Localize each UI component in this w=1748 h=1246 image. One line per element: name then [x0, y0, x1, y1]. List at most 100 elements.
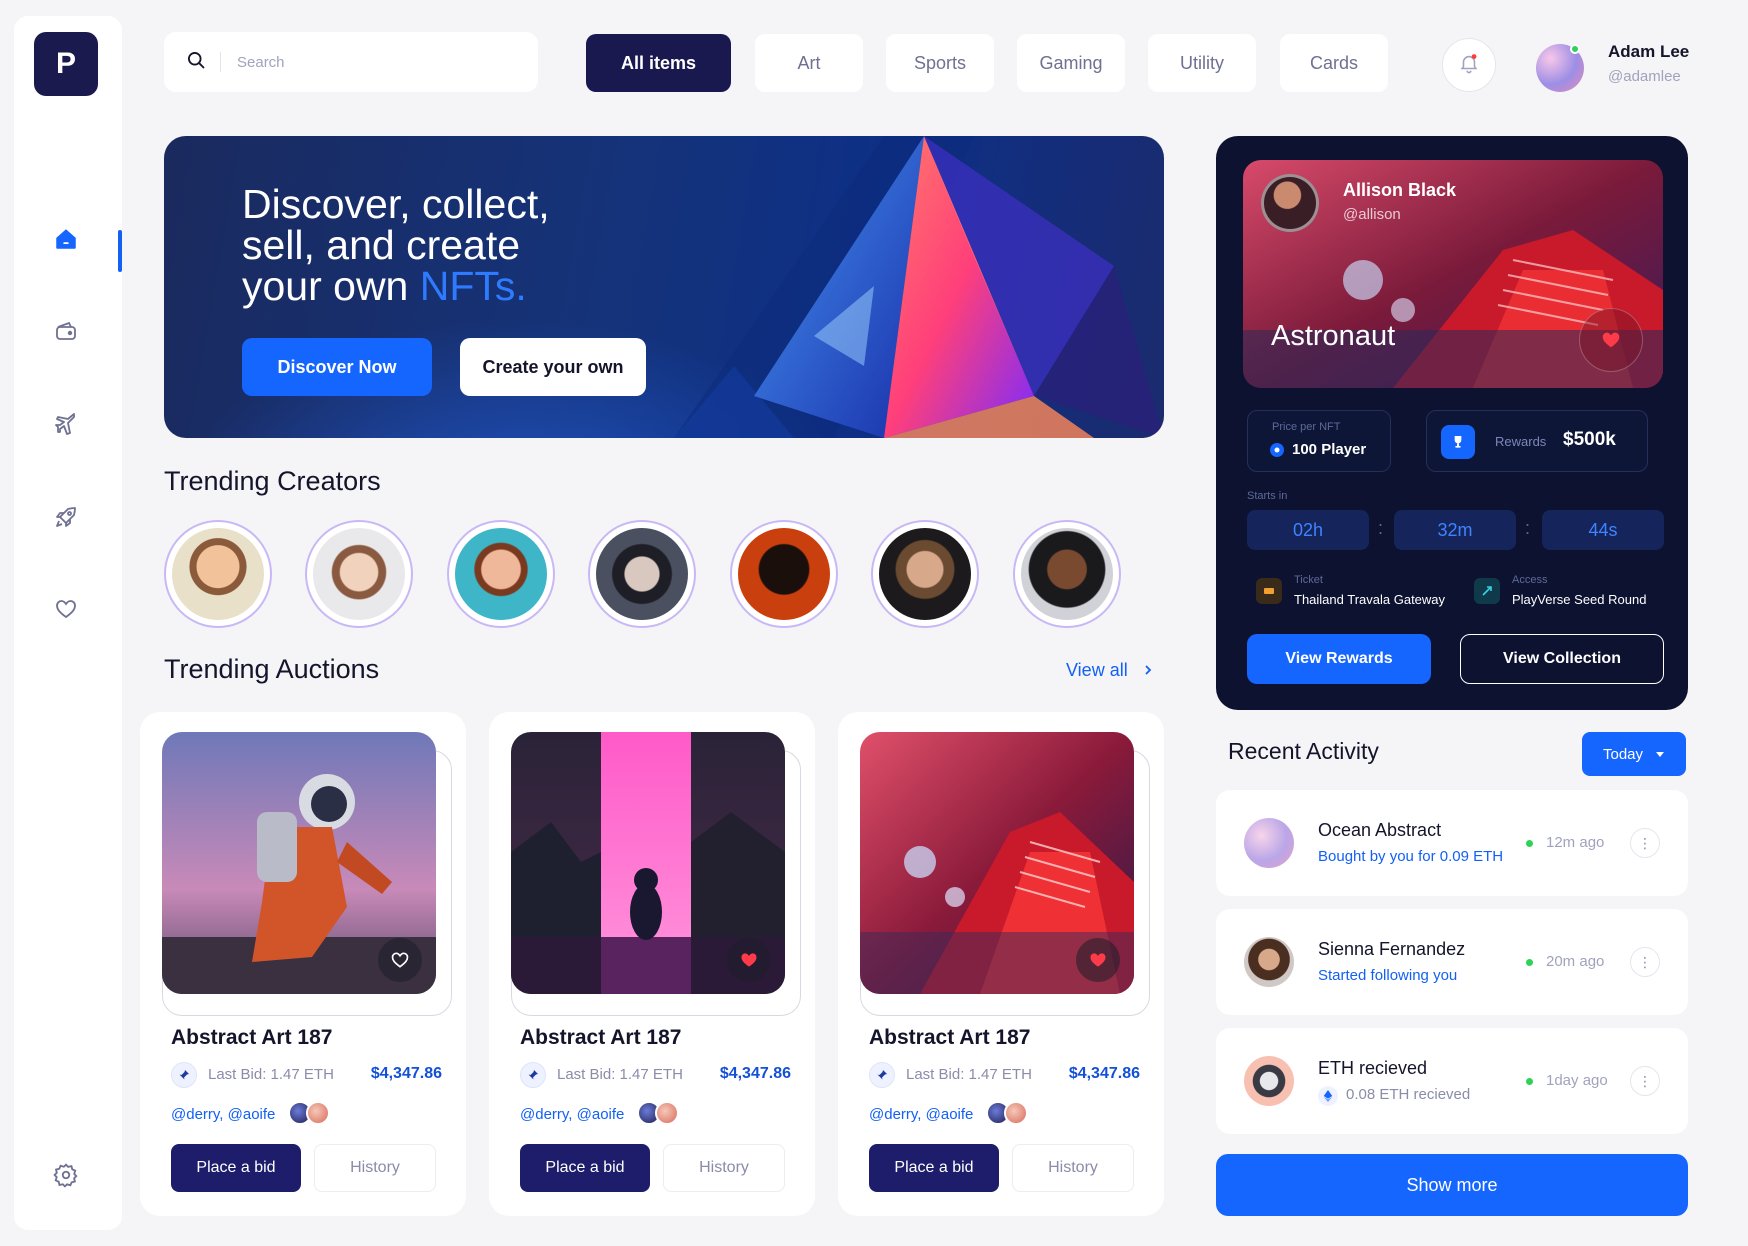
view-rewards-button[interactable]: View Rewards	[1247, 634, 1431, 684]
hero-headline: Discover, collect, sell, and create your…	[242, 184, 662, 307]
plane-icon[interactable]	[51, 410, 81, 440]
more-options-icon[interactable]: ⋮	[1630, 1066, 1660, 1096]
active-nav-indicator	[118, 230, 122, 272]
view-collection-button[interactable]: View Collection	[1460, 634, 1664, 684]
creator-photo	[879, 528, 971, 620]
tab-cards[interactable]: Cards	[1280, 34, 1388, 92]
creator-avatar[interactable]	[164, 520, 272, 628]
price-box: Price per NFT 100 Player	[1247, 410, 1391, 472]
home-icon[interactable]	[51, 224, 81, 254]
creator-avatar[interactable]	[1013, 520, 1121, 628]
auction-card[interactable]: Abstract Art 187 Last Bid: 1.47 ETH $4,3…	[489, 712, 815, 1216]
auction-artwork[interactable]	[860, 732, 1134, 994]
auction-price: $4,347.86	[719, 1065, 791, 1082]
view-all-link[interactable]: View all	[1066, 660, 1153, 681]
tab-sports[interactable]: Sports	[886, 34, 994, 92]
activity-time: 20m ago	[1546, 953, 1605, 970]
activity-thumbnail	[1244, 818, 1294, 868]
featured-artwork[interactable]: Allison Black @allison Astronaut	[1243, 160, 1663, 388]
rewards-label: Rewards	[1495, 434, 1547, 449]
hero-line-1: Discover, collect,	[242, 181, 550, 227]
creator-photo	[596, 528, 688, 620]
auction-title: Abstract Art 187	[520, 1026, 682, 1049]
hero-line-3: your own	[242, 263, 420, 309]
activity-time: 1day ago	[1546, 1072, 1608, 1089]
auction-card[interactable]: Abstract Art 187 Last Bid: 1.47 ETH $4,3…	[838, 712, 1164, 1216]
owner-avatar	[1004, 1101, 1028, 1125]
tab-art[interactable]: Art	[755, 34, 863, 92]
activity-thumbnail	[1244, 937, 1294, 987]
activity-item[interactable]: ETH recieved 0.08 ETH recieved 1day ago …	[1216, 1028, 1688, 1134]
like-button[interactable]	[727, 938, 771, 982]
activity-time: 12m ago	[1546, 834, 1605, 851]
auction-card[interactable]: Abstract Art 187 Last Bid: 1.47 ETH $4,3…	[140, 712, 466, 1216]
history-button[interactable]: History	[1012, 1144, 1134, 1192]
wallet-icon[interactable]	[51, 316, 81, 346]
chevron-right-icon	[1143, 660, 1153, 680]
search-bar[interactable]	[164, 32, 538, 92]
place-bid-button[interactable]: Place a bid	[171, 1144, 301, 1192]
view-all-label: View all	[1066, 660, 1128, 680]
gear-icon[interactable]	[51, 1160, 81, 1190]
hero-prism-artwork	[674, 136, 1164, 438]
sidebar: P	[14, 16, 122, 1230]
hero-accent-nfts: NFTs.	[419, 263, 527, 309]
featured-creator-name[interactable]: Allison Black	[1343, 180, 1456, 201]
owner-handles[interactable]: @derry, @aoife	[520, 1106, 624, 1123]
more-options-icon[interactable]: ⋮	[1630, 828, 1660, 858]
pin-icon	[869, 1062, 895, 1088]
history-button[interactable]: History	[663, 1144, 785, 1192]
activity-title: Ocean Abstract	[1318, 820, 1442, 840]
recent-activity-title: Recent Activity	[1228, 738, 1379, 764]
user-handle: @adamlee	[1608, 68, 1681, 85]
activity-item[interactable]: Sienna Fernandez Started following you 2…	[1216, 909, 1688, 1015]
activity-thumbnail	[1244, 1056, 1294, 1106]
discover-now-button[interactable]: Discover Now	[242, 338, 432, 396]
more-options-icon[interactable]: ⋮	[1630, 947, 1660, 977]
search-icon[interactable]	[186, 50, 206, 75]
tab-all-items[interactable]: All items	[586, 34, 731, 92]
access-icon	[1474, 578, 1500, 604]
tab-utility[interactable]: Utility	[1148, 34, 1256, 92]
creator-avatar[interactable]	[305, 520, 413, 628]
hero-banner: Discover, collect, sell, and create your…	[164, 136, 1164, 438]
featured-art-title: Astronaut	[1271, 320, 1396, 352]
bell-icon	[1458, 52, 1480, 79]
timer-hours: 02h	[1247, 510, 1369, 550]
featured-creator-avatar[interactable]	[1261, 174, 1319, 232]
notifications-button[interactable]	[1442, 38, 1496, 92]
activity-item[interactable]: Ocean Abstract Bought by you for 0.09 ET…	[1216, 790, 1688, 896]
like-button[interactable]	[1076, 938, 1120, 982]
show-more-button[interactable]: Show more	[1216, 1154, 1688, 1216]
activity-subtitle: Bought by you for 0.09 ETH	[1318, 848, 1504, 865]
date-filter-dropdown[interactable]: Today	[1582, 732, 1686, 776]
creator-photo	[172, 528, 264, 620]
creator-avatar[interactable]	[588, 520, 696, 628]
auction-artwork[interactable]	[162, 732, 436, 994]
like-button[interactable]	[378, 938, 422, 982]
auction-title: Abstract Art 187	[869, 1026, 1031, 1049]
creator-avatar[interactable]	[447, 520, 555, 628]
rocket-icon[interactable]	[51, 502, 81, 532]
create-your-own-button[interactable]: Create your own	[460, 338, 646, 396]
creator-avatar[interactable]	[871, 520, 979, 628]
brand-logo[interactable]: P	[34, 32, 98, 96]
activity-title: Sienna Fernandez	[1318, 939, 1466, 959]
place-bid-button[interactable]: Place a bid	[520, 1144, 650, 1192]
like-button[interactable]	[1579, 308, 1643, 372]
owner-handles[interactable]: @derry, @aoife	[869, 1106, 973, 1123]
owner-avatar	[655, 1101, 679, 1125]
tab-gaming[interactable]: Gaming	[1017, 34, 1125, 92]
creator-avatar[interactable]	[730, 520, 838, 628]
user-name[interactable]: Adam Lee	[1608, 42, 1689, 62]
price-label: Price per NFT	[1272, 421, 1341, 433]
ticket-icon	[1256, 578, 1282, 604]
creator-photo	[455, 528, 547, 620]
history-button[interactable]: History	[314, 1144, 436, 1192]
search-input[interactable]	[237, 53, 477, 71]
player-token-icon	[1270, 443, 1284, 462]
heart-icon[interactable]	[51, 594, 81, 624]
owner-handles[interactable]: @derry, @aoife	[171, 1106, 275, 1123]
auction-artwork[interactable]	[511, 732, 785, 994]
place-bid-button[interactable]: Place a bid	[869, 1144, 999, 1192]
